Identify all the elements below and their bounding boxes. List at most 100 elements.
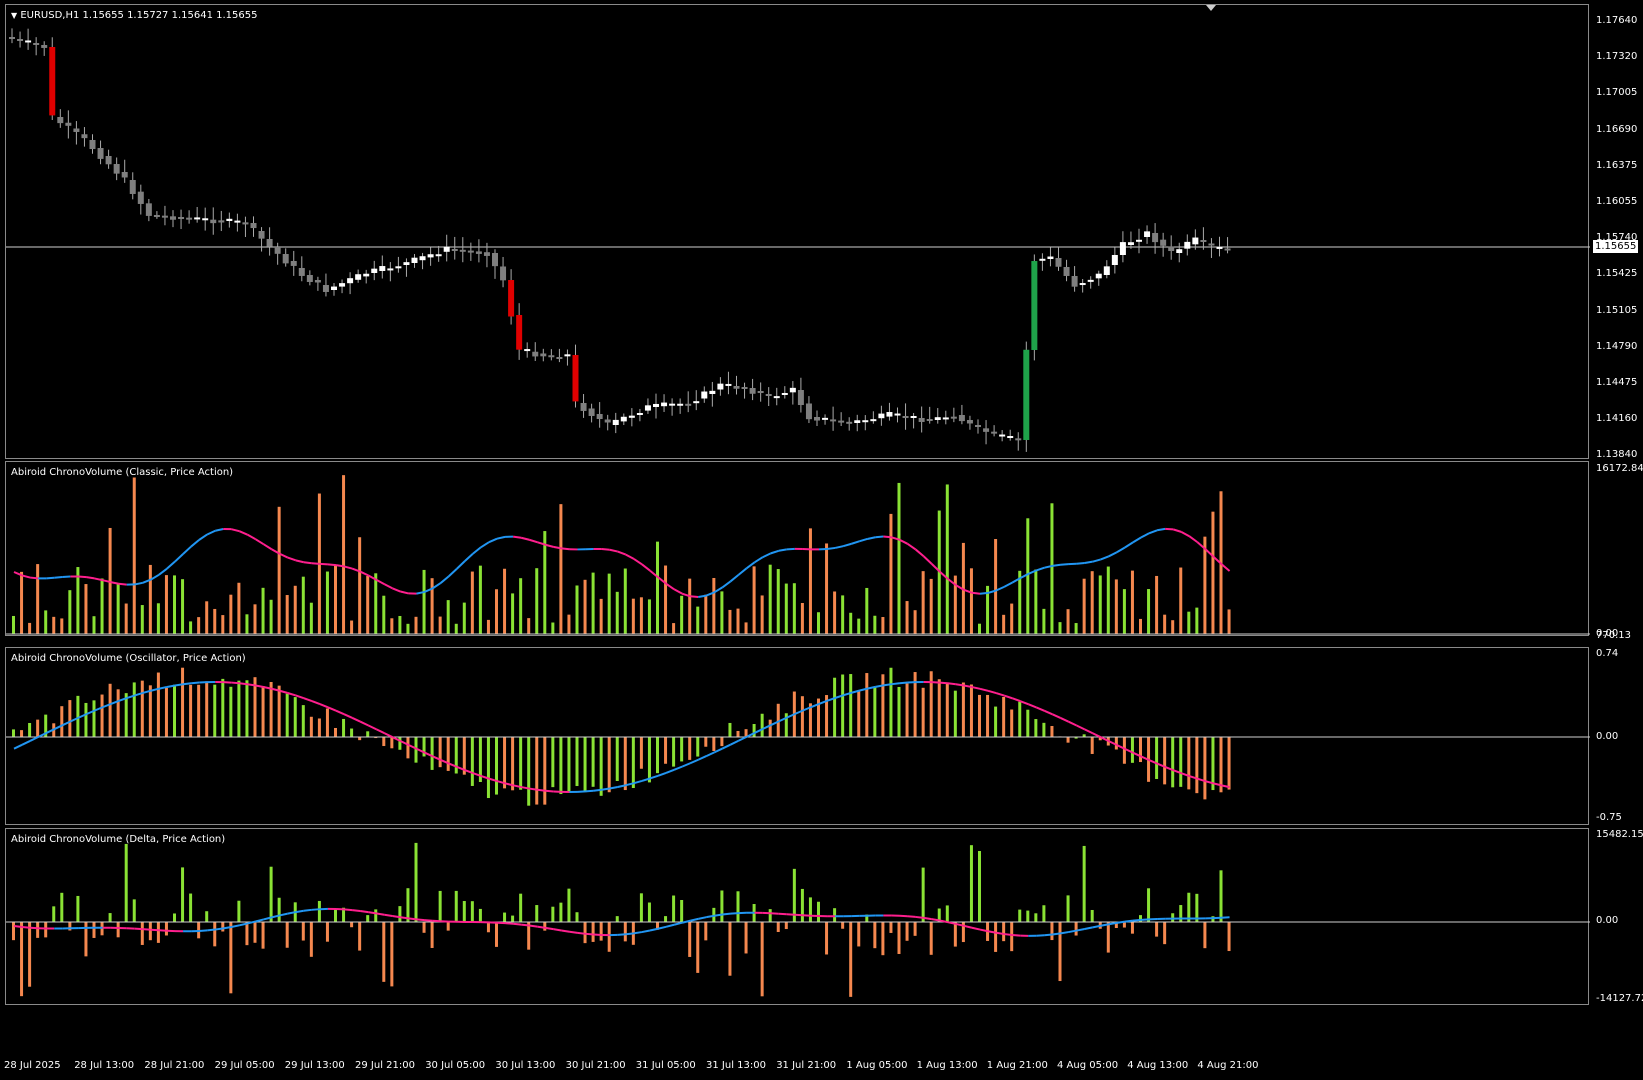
classic-ma-segment [906,542,917,551]
oscillator-signal-segment [721,743,731,750]
classic-ma-segment [62,575,71,578]
oscillator-bar [1122,737,1126,764]
price-chart-panel[interactable]: ▼ EURUSD,H1 1.15655 1.15727 1.15641 1.15… [5,4,1590,459]
delta-bar [462,901,466,922]
delta-bar [277,897,281,922]
volume-bar [535,568,539,634]
classic-ma-segment [343,565,353,570]
delta-bar [317,900,321,922]
volume-bar [857,618,861,634]
delta-bar [470,901,474,922]
classic-ma-segment [1060,563,1069,566]
volume-bar [12,615,15,634]
candle-body [451,249,458,251]
price-scale[interactable]: 1.17640 1.17320 1.17005 1.16690 1.16375 1.160… [1590,4,1643,460]
delta-bar [28,922,32,987]
delta-panel[interactable]: Abiroid ChronoVolume (Delta, Price Actio… [5,828,1590,1005]
candle-body [113,164,120,174]
classic-ma-segment [754,556,764,564]
price-scale-label: 1.14475 [1596,377,1638,388]
classic-ma-segment [206,529,216,536]
delta-bar [1034,913,1038,922]
delta-bar [478,908,482,922]
volume-bar [873,615,877,634]
volume-bar [1227,609,1231,634]
delta-signal-segment [553,928,562,932]
classic-ma-segment [641,563,651,572]
oscillator-bar [438,737,442,768]
volume-bar [301,576,305,634]
candle-body [701,391,708,399]
volume-bar [181,579,185,634]
oscillator-bar [647,737,651,783]
candle-body [854,420,861,423]
volume-bar [84,584,88,634]
oscillator-signal-segment [351,716,361,723]
oscillator-bar [953,690,957,737]
delta-bar [623,922,627,942]
oscillator-signal-segment [1052,713,1061,719]
classic-ma-segment [1180,530,1190,538]
oscillator-signal-segment [593,788,602,792]
classic-ma-segment [673,588,683,595]
oscillator-signal-segment [657,771,667,777]
delta-bar [873,922,877,949]
delta-signal-segment [1084,926,1093,930]
delta-bar [116,922,120,938]
price-scale-label: 1.15425 [1596,268,1638,280]
classic-ma-segment [432,582,442,590]
delta-signal-segment [1132,918,1142,922]
scroll-marker-icon[interactable] [1206,5,1216,11]
date-axis-label: 29 Jul 05:00 [214,1060,275,1071]
oscillator-signal-segment [947,682,956,686]
volume-bar [148,564,152,634]
oscillator-signal-segment [359,720,369,727]
volume-bar [784,583,788,634]
candle-body [145,203,152,216]
oscillator-bar [1034,719,1038,737]
delta-signal-segment [1012,934,1021,937]
volume-bar [1139,618,1142,634]
oscillator-bar [132,682,136,737]
oscillator-bar [639,737,643,769]
candle-body [435,254,442,257]
classic-ma-segment [263,543,273,551]
oscillator-signal-segment [939,681,948,685]
classic-ma-segment [867,536,876,540]
volume-bar [1002,614,1006,634]
volume-bar [1042,608,1046,634]
classic-ma-segment [1076,561,1085,565]
volume-bar [366,576,370,634]
candle-body [1111,254,1118,265]
classic-volume-panel[interactable]: Abiroid ChronoVolume (Classic, Price Act… [5,461,1590,636]
oscillator-signal-segment [343,713,353,719]
oscillator-bar [148,685,152,737]
classic-ma-segment [826,546,836,551]
candle-body [1208,243,1215,246]
candle-body [950,416,957,419]
oscillator-bar [317,718,321,737]
candle-body [371,268,378,273]
delta-bar [181,867,185,922]
delta-bar [833,908,837,922]
delta-bar [1090,909,1094,922]
oscillator-bar [800,696,804,737]
oscillator-signal-segment [899,681,908,685]
oscillator-bar [221,678,225,737]
oscillator-panel[interactable]: Abiroid ChronoVolume (Oscillator, Price … [5,647,1590,825]
delta-signal-segment [504,922,514,925]
oscillator-bar [277,685,281,737]
volume-bar [495,589,498,634]
candle-body [886,412,893,417]
delta-bar [817,901,820,922]
candle-body [1071,276,1078,287]
volume-bar [398,615,402,634]
oscillator-signal-segment [529,787,538,791]
volume-bar [20,571,24,634]
delta-scale-bottom: -14127.72 [1596,993,1643,1004]
oscillator-signal-segment [1060,717,1069,723]
delta-bar [261,922,265,949]
delta-bar [519,893,523,922]
volume-bar [438,616,442,634]
classic-ma-segment [480,541,490,549]
